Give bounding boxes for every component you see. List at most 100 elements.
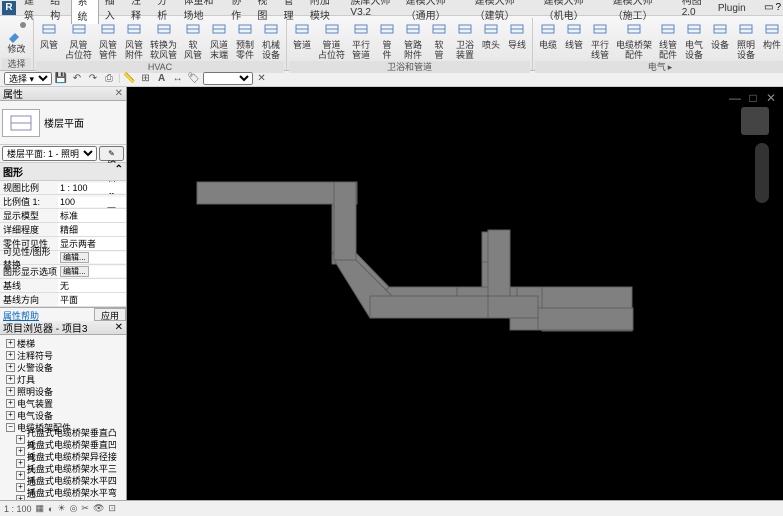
tree-expander-icon[interactable]: + [16,495,25,501]
tree-expander-icon[interactable]: + [6,375,15,384]
tree-expander-icon[interactable]: + [6,399,15,408]
hvac-button-1[interactable]: 风管占位符 [62,18,95,61]
tree-expander-icon[interactable]: + [16,447,25,456]
electrical-button-8[interactable]: 构件 [759,18,783,61]
tree-expander-icon[interactable]: + [16,471,25,480]
edit-type-button[interactable]: ✎ 编辑类型 [99,146,124,161]
hvac-button-6[interactable]: 风道末端 [206,18,232,61]
plumbing-button-4[interactable]: 管路附件 [400,18,426,61]
reveal-icon[interactable]: ⊡ [108,503,116,514]
close-icon[interactable]: ✕ [115,88,123,99]
tag-icon[interactable]: 🏷 [187,72,201,86]
electrical-button-0[interactable]: 电缆 [535,18,561,61]
prop-row-3[interactable]: 详细程度精细 [0,223,126,237]
select-group-label[interactable]: 选择 ▾ [2,58,31,70]
view-cube[interactable] [741,107,769,135]
sun-path-icon[interactable]: ☀ [57,503,65,514]
prop-value[interactable]: 显示两者 [58,237,126,250]
electrical-button-2[interactable]: 平行线管 [587,18,613,61]
electrical-button-4[interactable]: 线管配件 [655,18,681,61]
prop-row-1[interactable]: 比例值 1:100 [0,195,126,209]
text-icon[interactable]: A [155,72,169,86]
prop-value[interactable]: 无 [58,279,126,292]
qat-select[interactable]: 选择 ▾ [4,72,52,85]
plumbing-button-3[interactable]: 管件 [374,18,400,61]
prop-row-6[interactable]: 图形显示选项编辑... [0,265,126,279]
hide-icon[interactable]: 👁 [93,503,104,514]
plumbing-button-5[interactable]: 软管 [426,18,452,61]
dim-icon[interactable]: ↔ [171,72,185,86]
prop-row-2[interactable]: 显示模型标准 [0,209,126,223]
electrical-button-1[interactable]: 线管 [561,18,587,61]
plumbing-button-1[interactable]: 管道占位符 [315,18,348,61]
plumbing-button-6[interactable]: 卫浴装置 [452,18,478,61]
prop-row-7[interactable]: 基线无 [0,279,126,293]
tree-item-2[interactable]: +火警设备 [0,361,126,373]
prop-row-0[interactable]: 视图比例1 : 100 [0,181,126,195]
prop-row-8[interactable]: 基线方向平面 [0,293,126,307]
prop-row-5[interactable]: 可见性/图形替换编辑... [0,251,126,265]
apply-button[interactable]: 应用 [94,308,126,321]
minimize-icon[interactable]: ▭ [764,2,773,13]
prop-value[interactable]: 编辑... [58,252,126,263]
hvac-button-0[interactable]: 风管 [36,18,62,61]
prop-value[interactable]: 平面 [58,293,126,306]
tree-item-5[interactable]: +电气装置 [0,397,126,409]
align-icon[interactable]: ⊞ [139,72,153,86]
minimize-view-icon[interactable]: — [727,91,743,107]
tree-item-13[interactable]: +托盘式电缆桥架水平弯通 [0,493,126,500]
tree-item-3[interactable]: +灯具 [0,373,126,385]
help-icon[interactable]: ? [775,2,781,13]
prop-value[interactable]: 编辑... [58,266,126,277]
measure-icon[interactable]: 📏 [123,72,137,86]
tree-expander-icon[interactable]: + [16,435,25,444]
properties-help-link[interactable]: 属性帮助 [0,308,42,321]
print-icon[interactable]: ⎙ [102,72,116,86]
hvac-button-5[interactable]: 软风管 [180,18,206,61]
tree-expander-icon[interactable]: + [16,459,25,468]
crop-icon[interactable]: ✂ [81,503,89,514]
tree-expander-icon[interactable]: + [6,351,15,360]
prop-value[interactable]: 标准 [58,209,126,222]
instance-select[interactable]: 楼层平面: 1 - 照明 [2,146,97,161]
shadows-icon[interactable]: ◎ [70,503,78,514]
tree-item-4[interactable]: +照明设备 [0,385,126,397]
tree-expander-icon[interactable]: + [6,339,15,348]
electrical-button-5[interactable]: 电气设备 [681,18,707,61]
close-icon[interactable]: ✕ [115,322,123,333]
navigation-bar[interactable] [755,143,769,203]
electrical-button-3[interactable]: 电缆桥架配件 [613,18,655,61]
plumbing-button-0[interactable]: 管道 [289,18,315,61]
hvac-button-8[interactable]: 机械设备 [258,18,284,61]
redo-icon[interactable]: ↷ [86,72,100,86]
maximize-view-icon[interactable]: □ [745,91,761,107]
collapse-icon[interactable]: ⌃ [115,164,123,175]
close-view-icon[interactable]: ✕ [763,91,779,107]
tree-item-0[interactable]: +楼梯 [0,337,126,349]
plumbing-button-8[interactable]: 导线 [504,18,530,61]
drawing-canvas[interactable]: — □ ✕ [127,87,783,500]
prop-edit-button[interactable]: 编辑... [60,266,89,277]
electrical-button-6[interactable]: 设备 [707,18,733,61]
prop-value[interactable]: 1 : 100 [58,183,126,193]
save-icon[interactable]: 💾 [54,72,68,86]
tree-expander-icon[interactable]: + [6,411,15,420]
hvac-button-4[interactable]: 转换为软风管 [147,18,180,61]
prop-edit-button[interactable]: 编辑... [60,252,89,263]
electrical-button-7[interactable]: 照明设备 [733,18,759,61]
visual-style-icon[interactable]: ◐ [48,504,53,514]
type-selector[interactable]: 楼层平面 [0,101,126,145]
close-panel-icon[interactable]: ✕ [255,72,269,86]
scale-indicator[interactable]: 1 : 100 [4,504,32,514]
prop-value[interactable]: 100 [58,197,126,207]
plumbing-button-2[interactable]: 平行管道 [348,18,374,61]
tree-expander-icon[interactable]: + [16,483,25,492]
qat-filter-select[interactable] [203,72,253,85]
modify-button[interactable]: 修改 [2,18,31,58]
tree-expander-icon[interactable]: + [6,363,15,372]
tree-item-6[interactable]: +电气设备 [0,409,126,421]
tree-expander-icon[interactable]: − [6,423,15,432]
tree-item-1[interactable]: +注释符号 [0,349,126,361]
hvac-button-7[interactable]: 预制零件 [232,18,258,61]
hvac-button-3[interactable]: 风管附件 [121,18,147,61]
